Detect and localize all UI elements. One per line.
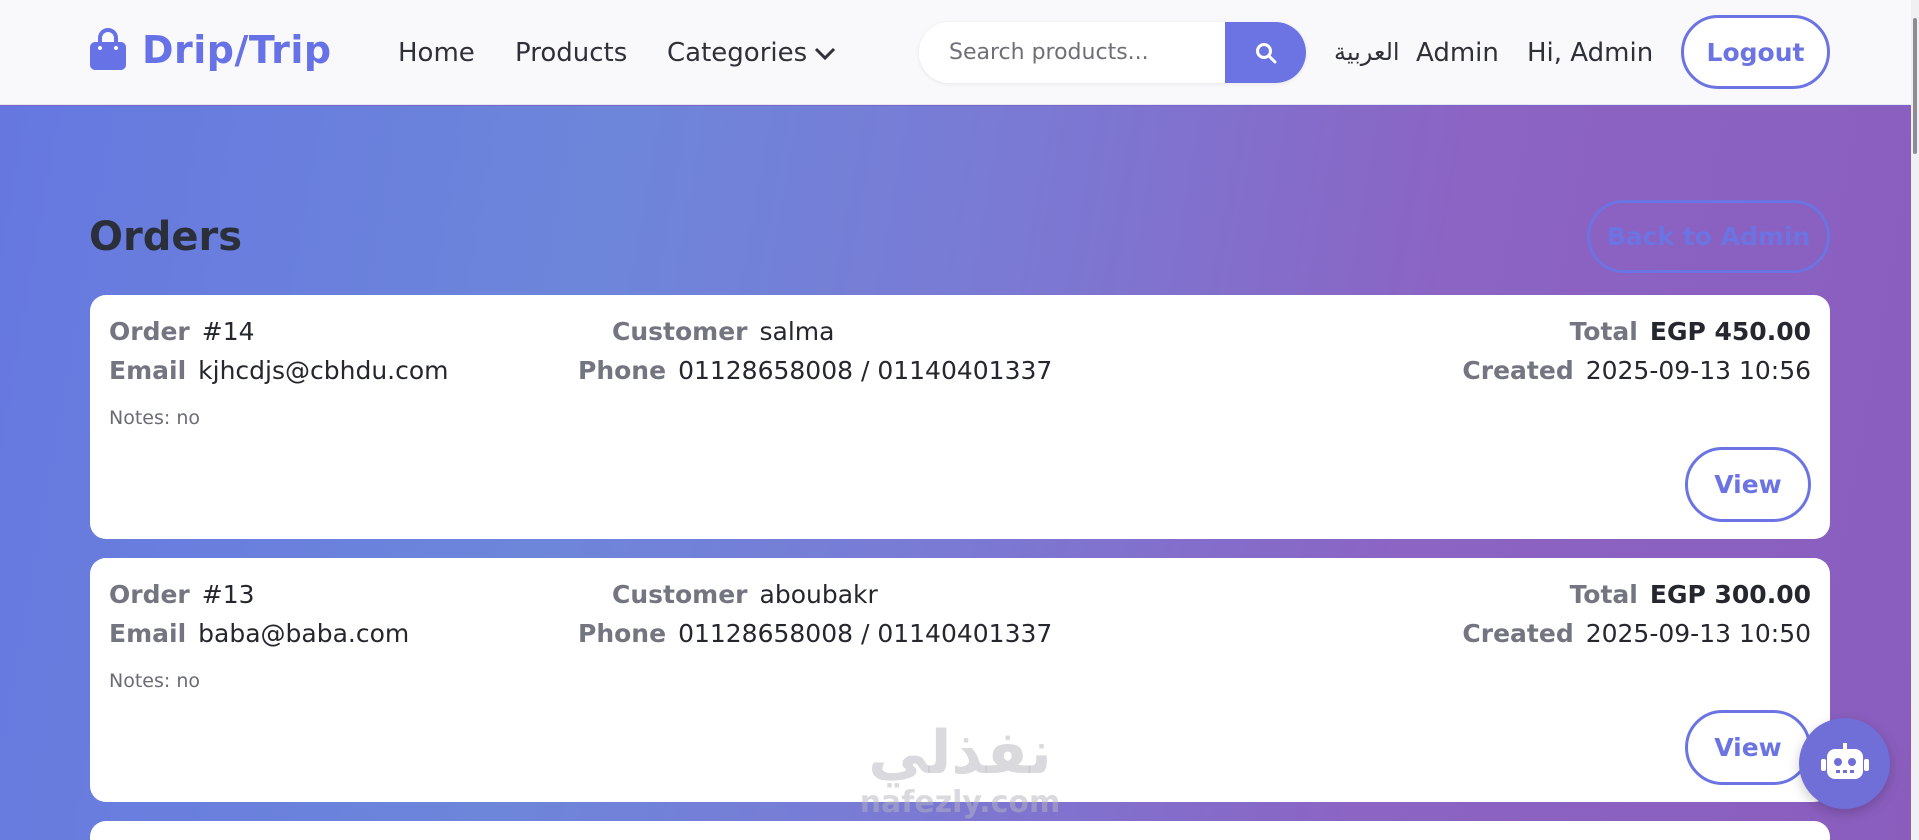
order-created-field: Created 2025-09-13 10:56	[1462, 356, 1811, 385]
watermark-arabic: نفذلي	[868, 718, 1052, 788]
shopping-bag-icon	[90, 28, 126, 70]
email-label: Email	[109, 619, 187, 648]
watermark: نفذلي nafezly.com	[850, 720, 1070, 820]
email-label: Email	[109, 356, 187, 385]
order-phone: 01128658008 / 01140401337	[678, 619, 1053, 648]
order-notes: Notes: no	[109, 670, 200, 692]
total-label: Total	[1569, 580, 1638, 609]
order-notes: Notes: no	[109, 407, 200, 429]
order-number: #13	[201, 580, 255, 609]
order-email: kjhcdjs@cbhdu.com	[198, 356, 449, 385]
nav-home[interactable]: Home	[398, 38, 475, 68]
order-total-field: Total EGP 450.00	[1570, 317, 1811, 346]
order-email-field: Email baba@baba.com	[109, 619, 409, 648]
order-customer: aboubakr	[759, 580, 878, 609]
view-order-button[interactable]: View	[1685, 710, 1811, 785]
order-label: Order	[109, 317, 190, 346]
order-number-field: Order #13	[109, 580, 255, 609]
order-phone-field: Phone 01128658008 / 01140401337	[578, 619, 1052, 648]
nav-categories[interactable]: Categories	[667, 38, 837, 68]
customer-label: Customer	[612, 580, 748, 609]
user-greeting: Hi, Admin	[1527, 38, 1654, 68]
scrollbar-thumb[interactable]	[1913, 18, 1917, 154]
order-customer-field: Customer salma	[612, 317, 834, 346]
top-navbar: Drip/Trip Home Products Categories العرب…	[0, 0, 1919, 105]
brand-name: Drip/Trip	[142, 28, 332, 72]
order-customer: salma	[759, 317, 835, 346]
order-number: #14	[201, 317, 255, 346]
order-customer-field: Customer aboubakr	[612, 580, 878, 609]
language-switch[interactable]: العربية	[1334, 38, 1400, 66]
order-phone: 01128658008 / 01140401337	[678, 356, 1053, 385]
nav-categories-label: Categories	[667, 38, 808, 68]
order-total-field: Total EGP 300.00	[1570, 580, 1811, 609]
view-order-button[interactable]: View	[1685, 447, 1811, 522]
page-title: Orders	[89, 214, 243, 260]
brand-logo[interactable]: Drip/Trip	[88, 28, 332, 72]
created-label: Created	[1462, 356, 1574, 385]
order-total: EGP 300.00	[1649, 580, 1811, 609]
chevron-down-icon	[815, 47, 836, 61]
robot-icon	[1820, 742, 1869, 779]
search-button[interactable]	[1225, 22, 1306, 83]
total-label: Total	[1569, 317, 1638, 346]
order-created-field: Created 2025-09-13 10:50	[1462, 619, 1811, 648]
order-card-partial	[90, 821, 1830, 840]
search-bar	[919, 22, 1306, 83]
order-email-field: Email kjhcdjs@cbhdu.com	[109, 356, 449, 385]
order-total: EGP 450.00	[1649, 317, 1811, 346]
customer-label: Customer	[612, 317, 748, 346]
search-input[interactable]	[919, 22, 1225, 83]
order-created: 2025-09-13 10:56	[1585, 356, 1811, 385]
nav-products[interactable]: Products	[515, 38, 627, 68]
nav-admin[interactable]: Admin	[1416, 38, 1499, 68]
search-icon	[1255, 42, 1276, 63]
logout-button[interactable]: Logout	[1681, 15, 1830, 89]
order-number-field: Order #14	[109, 317, 255, 346]
order-email: baba@baba.com	[198, 619, 410, 648]
back-to-admin-button[interactable]: Back to Admin	[1587, 200, 1830, 273]
assistant-chat-button[interactable]	[1799, 718, 1890, 809]
order-label: Order	[109, 580, 190, 609]
order-card: Order #14 Email kjhcdjs@cbhdu.com Custom…	[90, 295, 1830, 539]
order-created: 2025-09-13 10:50	[1585, 619, 1811, 648]
phone-label: Phone	[578, 619, 667, 648]
order-phone-field: Phone 01128658008 / 01140401337	[578, 356, 1052, 385]
watermark-latin: nafezly.com	[859, 785, 1061, 820]
phone-label: Phone	[578, 356, 667, 385]
created-label: Created	[1462, 619, 1574, 648]
